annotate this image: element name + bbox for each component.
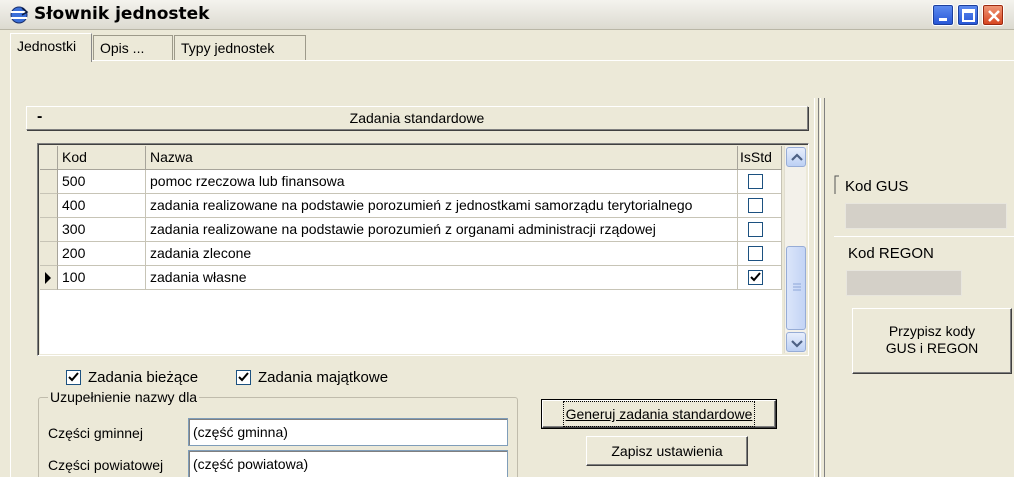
check-icon — [750, 272, 761, 282]
czesci-powiatowej-label: Części powiatowej — [48, 457, 164, 473]
checkbox-box[interactable] — [66, 370, 81, 385]
button-label-line2: GUS i REGON — [885, 340, 979, 356]
table-row[interactable]: 500 pomoc rzeczowa lub finansowa — [40, 170, 782, 194]
isstd-checkbox[interactable] — [748, 246, 763, 261]
row-indicator-header — [40, 146, 58, 170]
section-title: Zadania standardowe — [349, 110, 485, 126]
tab-label: Opis ... — [100, 40, 145, 56]
tasks-grid[interactable]: Kod Nazwa IsStd 500 pomoc rzeczowa lub fi… — [37, 143, 809, 356]
splitter-line — [824, 98, 825, 477]
group-legend: Uzupełnienie nazwy dla — [48, 389, 200, 405]
kod-regon-label: Kod REGON — [848, 245, 934, 262]
row-indicator[interactable] — [40, 194, 58, 218]
cell-kod[interactable]: 100 — [58, 266, 146, 290]
czesci-powiatowej-input[interactable] — [188, 450, 508, 477]
minimize-button[interactable] — [932, 4, 954, 26]
column-header-nazwa[interactable]: Nazwa — [146, 146, 738, 170]
row-indicator[interactable] — [40, 170, 58, 194]
splitter-line — [820, 98, 821, 477]
cell-kod[interactable]: 300 — [58, 218, 146, 242]
assign-gus-regon-button[interactable]: Przypisz kody GUS i REGON — [852, 308, 1012, 374]
check-icon — [68, 372, 79, 382]
table-row[interactable]: 100 zadania własne — [40, 266, 782, 290]
generate-standard-tasks-button[interactable]: Generuj zadania standardowe — [541, 399, 777, 429]
chevron-down-icon — [791, 340, 803, 348]
scroll-down-button[interactable] — [786, 332, 806, 352]
cell-isstd[interactable] — [738, 266, 782, 290]
app-icon — [10, 6, 29, 24]
button-label: Generuj zadania standardowe — [562, 401, 756, 427]
czesci-gminnej-input[interactable] — [188, 418, 508, 446]
cell-isstd[interactable] — [738, 218, 782, 242]
splitter-line — [814, 98, 815, 477]
current-row-arrow-icon — [45, 272, 51, 284]
grid-vertical-scrollbar[interactable] — [784, 146, 806, 353]
column-header-isstd[interactable]: IsStd — [738, 146, 782, 170]
row-indicator[interactable] — [40, 242, 58, 266]
cell-isstd[interactable] — [738, 242, 782, 266]
checkbox-label: Zadania majątkowe — [258, 369, 389, 386]
cell-kod[interactable]: 200 — [58, 242, 146, 266]
table-row[interactable]: 400 zadania realizowane na podstawie poro… — [40, 194, 782, 218]
kod-gus-field[interactable] — [845, 203, 1007, 229]
main-window: Słownik jednostek Jednostki Opis ... Typ… — [0, 0, 1014, 477]
button-label: Zapisz ustawienia — [611, 443, 723, 459]
tab-jednostki[interactable]: Jednostki — [10, 33, 92, 62]
chevron-up-icon — [791, 153, 803, 161]
czesci-gminnej-label: Części gminnej — [48, 425, 143, 441]
scroll-thumb[interactable] — [786, 246, 806, 330]
splitter-line — [818, 98, 819, 477]
cell-nazwa[interactable]: zadania własne — [146, 266, 738, 290]
kod-gus-label: Kod GUS — [845, 178, 909, 195]
isstd-checkbox[interactable] — [748, 270, 763, 285]
table-row[interactable]: 200 zadania zlecone — [40, 242, 782, 266]
panel-splitter[interactable] — [814, 98, 828, 477]
divider — [834, 236, 1014, 237]
title-bar[interactable]: Słownik jednostek — [0, 0, 1014, 30]
row-indicator[interactable] — [40, 218, 58, 242]
isstd-checkbox[interactable] — [748, 198, 763, 213]
cell-nazwa[interactable]: zadania realizowane na podstawie porozum… — [146, 194, 738, 218]
cell-nazwa[interactable]: pomoc rzeczowa lub finansowa — [146, 170, 738, 194]
scroll-up-button[interactable] — [786, 147, 806, 167]
tab-label: Typy jednostek — [181, 40, 275, 56]
grid-empty-area — [40, 290, 782, 330]
section-header[interactable]: - Zadania standardowe — [26, 106, 808, 130]
cell-kod[interactable]: 500 — [58, 170, 146, 194]
tab-label: Jednostki — [17, 38, 77, 54]
minimize-icon — [939, 18, 947, 21]
tab-typy-jednostek[interactable]: Typy jednostek — [174, 35, 306, 61]
column-header-kod[interactable]: Kod — [58, 146, 146, 170]
save-settings-button[interactable]: Zapisz ustawienia — [586, 436, 748, 466]
close-button[interactable] — [982, 4, 1004, 26]
table-row[interactable]: 300 zadania realizowane na podstawie poro… — [40, 218, 782, 242]
cell-isstd[interactable] — [738, 170, 782, 194]
tab-opis[interactable]: Opis ... — [93, 35, 173, 61]
isstd-checkbox[interactable] — [748, 174, 763, 189]
grip-icon — [793, 283, 801, 291]
maximize-button[interactable] — [957, 4, 979, 26]
grid-header-row: Kod Nazwa IsStd — [40, 146, 782, 170]
window-title: Słownik jednostek — [34, 4, 210, 24]
bracket-icon — [834, 175, 839, 194]
check-icon — [238, 372, 249, 382]
button-label-line1: Przypisz kody — [888, 323, 976, 339]
grid-body: Kod Nazwa IsStd 500 pomoc rzeczowa lub fi… — [40, 146, 782, 354]
cell-isstd[interactable] — [738, 194, 782, 218]
isstd-checkbox[interactable] — [748, 222, 763, 237]
checkbox-box[interactable] — [236, 370, 251, 385]
close-icon — [988, 10, 1000, 22]
cell-kod[interactable]: 400 — [58, 194, 146, 218]
cell-nazwa[interactable]: zadania zlecone — [146, 242, 738, 266]
cell-nazwa[interactable]: zadania realizowane na podstawie porozum… — [146, 218, 738, 242]
kod-regon-field[interactable] — [846, 270, 962, 296]
checkbox-label: Zadania bieżące — [88, 369, 199, 386]
maximize-icon — [962, 9, 975, 22]
row-indicator[interactable] — [40, 266, 58, 290]
